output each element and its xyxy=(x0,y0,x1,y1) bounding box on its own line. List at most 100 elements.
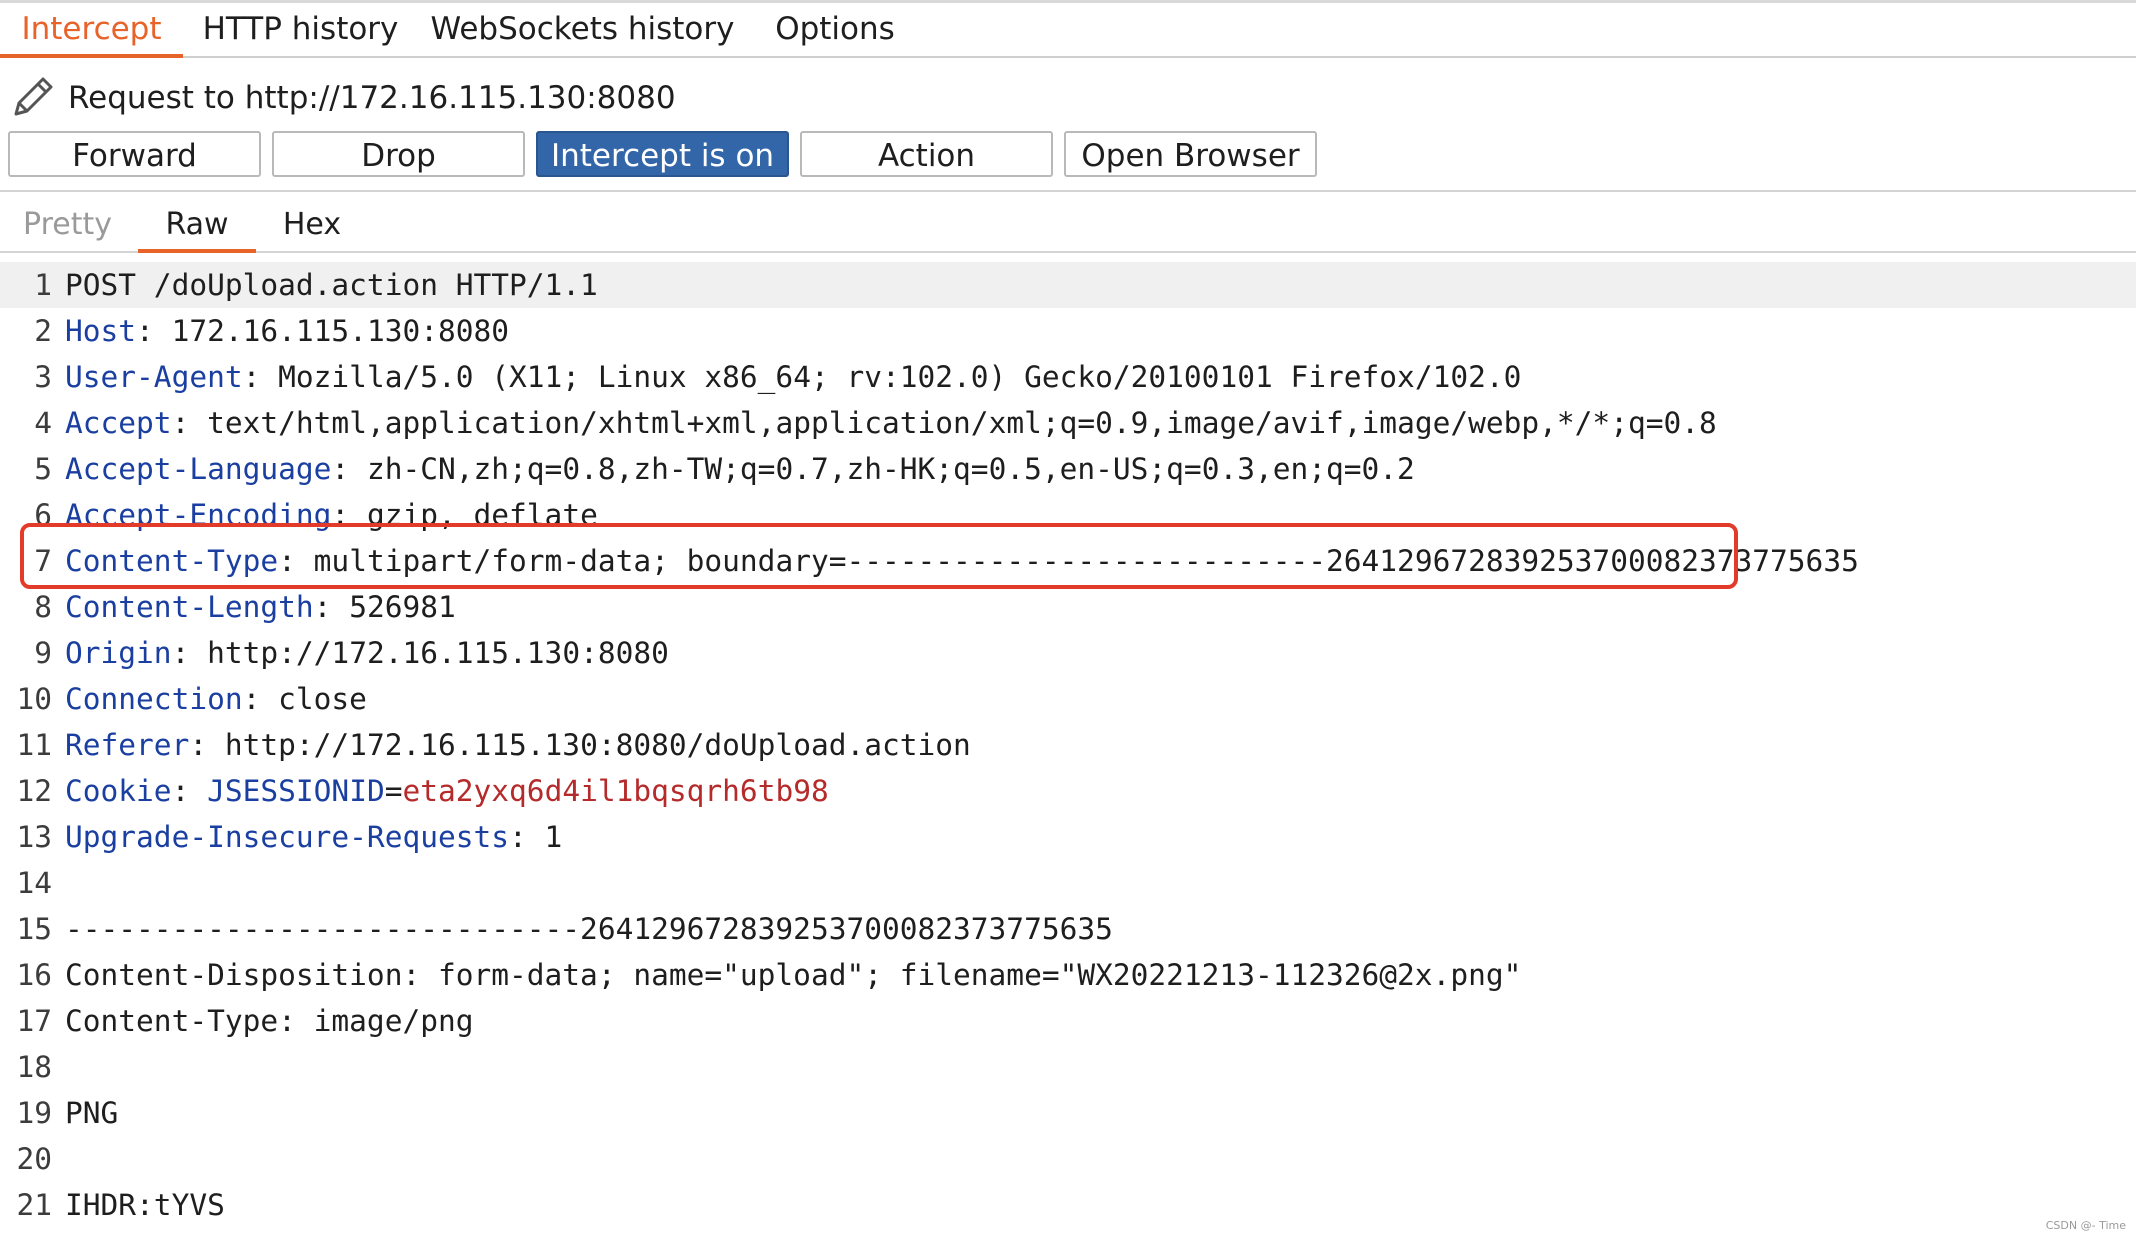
raw-request-editor[interactable]: 1 POST /doUpload.action HTTP/1.1 2 Host: 17… xyxy=(0,262,2136,1238)
action-button[interactable]: Action xyxy=(800,131,1053,177)
header-value: close xyxy=(278,682,367,716)
line-number: 15 xyxy=(16,912,52,946)
line-number: 14 xyxy=(16,866,52,900)
editor-line[interactable]: 6 Accept-Encoding: gzip, deflate xyxy=(0,492,2136,538)
header-separator: : xyxy=(189,728,225,762)
line-number: 18 xyxy=(16,1050,52,1084)
editor-line[interactable]: 15 -----------------------------264129672… xyxy=(0,906,2136,952)
tab-pretty[interactable]: Pretty xyxy=(10,198,125,251)
watermark: CSDN @- Time xyxy=(2045,1219,2126,1232)
line-number: 19 xyxy=(16,1096,52,1130)
editor-line[interactable]: 3 User-Agent: Mozilla/5.0 (X11; Linux x86… xyxy=(0,354,2136,400)
line-number: 7 xyxy=(34,544,52,578)
line-number: 11 xyxy=(16,728,52,762)
line-content: PNG xyxy=(65,1090,118,1136)
header-value: http://172.16.115.130:8080/doUpload.acti… xyxy=(224,728,971,762)
editor-line[interactable]: 5 Accept-Language: zh-CN,zh;q=0.8,zh-TW;q… xyxy=(0,446,2136,492)
header-value: gzip, deflate xyxy=(366,498,598,532)
header-separator: : xyxy=(278,544,314,578)
header-value: 526981 xyxy=(349,590,456,624)
header-value: multipart/form-data; boundary=----------… xyxy=(313,544,1859,578)
header-name: Connection xyxy=(65,682,243,716)
request-target-label: Request to http://172.16.115.130:8080 xyxy=(68,80,676,116)
line-number: 3 xyxy=(34,360,52,394)
line-number: 13 xyxy=(16,820,52,854)
editor-line[interactable]: 1 POST /doUpload.action HTTP/1.1 xyxy=(0,262,2136,308)
editor-line[interactable]: 10 Connection: close xyxy=(0,676,2136,722)
header-name: Referer xyxy=(65,728,190,762)
header-value: zh-CN,zh;q=0.8,zh-TW;q=0.7,zh-HK;q=0.5,e… xyxy=(366,452,1415,486)
line-content: Origin: http://172.16.115.130:8080 xyxy=(65,630,669,676)
line-content: Accept: text/html,application/xhtml+xml,… xyxy=(65,400,1717,446)
header-name: Accept-Encoding xyxy=(65,498,332,532)
header-separator: : xyxy=(331,452,367,486)
tab-http-history[interactable]: HTTP history xyxy=(193,3,408,56)
line-number: 16 xyxy=(16,958,52,992)
open-browser-button[interactable]: Open Browser xyxy=(1064,131,1317,177)
editor-line[interactable]: 4 Accept: text/html,application/xhtml+xml… xyxy=(0,400,2136,446)
cookie-equals: = xyxy=(384,774,403,808)
toolbar-divider xyxy=(0,190,2136,192)
line-content: POST /doUpload.action HTTP/1.1 xyxy=(65,262,598,308)
header-separator: : xyxy=(242,360,279,394)
editor-line[interactable]: 18 xyxy=(0,1044,2136,1090)
line-number: 8 xyxy=(34,590,52,624)
line-number: 4 xyxy=(34,406,52,440)
line-number: 21 xyxy=(16,1188,52,1222)
line-content: Content-Type: image/png xyxy=(65,998,474,1044)
line-number: 9 xyxy=(34,636,52,670)
tab-raw[interactable]: Raw xyxy=(138,198,256,253)
editor-line[interactable]: 12 Cookie: JSESSIONID=eta2yxq6d4il1bqsqrh… xyxy=(0,768,2136,814)
tab-websockets-history[interactable]: WebSockets history xyxy=(430,3,735,56)
line-content: Host: 172.16.115.130:8080 xyxy=(65,308,509,354)
body-text: Content-Type: image/png xyxy=(65,1004,474,1038)
cookie-name: JSESSIONID xyxy=(207,774,385,808)
tab-intercept[interactable]: Intercept xyxy=(0,3,183,58)
body-text: POST /doUpload.action HTTP/1.1 xyxy=(65,268,598,302)
header-name: Content-Type xyxy=(65,544,279,578)
line-content: Referer: http://172.16.115.130:8080/doUp… xyxy=(65,722,971,768)
editor-line[interactable]: 8 Content-Length: 526981 xyxy=(0,584,2136,630)
header-value: 1 xyxy=(544,820,563,854)
header-separator: : xyxy=(136,314,172,348)
editor-line[interactable]: 14 xyxy=(0,860,2136,906)
editor-line[interactable]: 19 PNG xyxy=(0,1090,2136,1136)
header-separator: : xyxy=(509,820,545,854)
header-value: http://172.16.115.130:8080 xyxy=(207,636,669,670)
message-view-tabs: Pretty Raw Hex xyxy=(0,198,2136,253)
editor-line[interactable]: 7 Content-Type: multipart/form-data; boun… xyxy=(0,538,2136,584)
editor-line[interactable]: 21 IHDR:tYVS xyxy=(0,1182,2136,1228)
line-content: Upgrade-Insecure-Requests: 1 xyxy=(65,814,562,860)
forward-button[interactable]: Forward xyxy=(8,131,261,177)
header-name: Host xyxy=(65,314,137,348)
editor-line[interactable]: 20 xyxy=(0,1136,2136,1182)
editor-line[interactable]: 11 Referer: http://172.16.115.130:8080/do… xyxy=(0,722,2136,768)
line-content: Content-Disposition: form-data; name="up… xyxy=(65,952,1521,998)
drop-button[interactable]: Drop xyxy=(272,131,525,177)
editor-line[interactable]: 17 Content-Type: image/png xyxy=(0,998,2136,1044)
tab-options[interactable]: Options xyxy=(760,3,910,56)
tab-hex[interactable]: Hex xyxy=(262,198,362,251)
header-separator: : xyxy=(171,406,208,440)
editor-line[interactable]: 16 Content-Disposition: form-data; name="… xyxy=(0,952,2136,998)
pencil-icon[interactable] xyxy=(8,72,58,122)
line-number: 1 xyxy=(34,268,52,302)
header-name: Upgrade-Insecure-Requests xyxy=(65,820,510,854)
request-target-row: Request to http://172.16.115.130:8080 xyxy=(0,72,2136,124)
body-text: IHDR:tYVS xyxy=(65,1188,225,1222)
intercept-toggle-button[interactable]: Intercept is on xyxy=(536,131,789,177)
line-content: Connection: close xyxy=(65,676,367,722)
header-separator: : xyxy=(313,590,350,624)
line-number: 12 xyxy=(16,774,52,808)
editor-line[interactable]: 9 Origin: http://172.16.115.130:8080 xyxy=(0,630,2136,676)
main-tab-bar: Intercept HTTP history WebSockets histor… xyxy=(0,3,2136,58)
line-number: 10 xyxy=(16,682,52,716)
editor-line[interactable]: 13 Upgrade-Insecure-Requests: 1 xyxy=(0,814,2136,860)
editor-line[interactable]: 2 Host: 172.16.115.130:8080 xyxy=(0,308,2136,354)
header-name: User-Agent xyxy=(65,360,243,394)
body-text: PNG xyxy=(65,1096,119,1130)
header-value: text/html,application/xhtml+xml,applicat… xyxy=(207,406,1717,440)
line-number: 6 xyxy=(34,498,52,532)
line-content: Accept-Encoding: gzip, deflate xyxy=(65,492,598,538)
header-value: Mozilla/5.0 (X11; Linux x86_64; rv:102.0… xyxy=(278,360,1522,394)
